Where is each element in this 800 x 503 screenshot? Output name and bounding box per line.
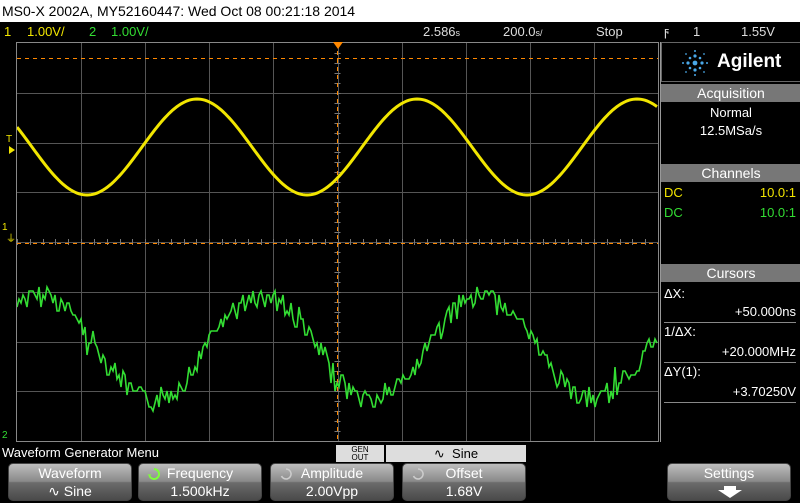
sine-wave-icon: ∿ bbox=[48, 483, 60, 499]
waveform-type-badge: ∿ Sine bbox=[386, 445, 526, 462]
sample-rate: 12.5MSa/s bbox=[699, 123, 763, 138]
menu-title: Waveform Generator Menu bbox=[2, 445, 160, 460]
trigger-arrow-icon bbox=[9, 146, 15, 154]
amplitude-softkey-value: 2.00Vpp bbox=[305, 483, 359, 499]
waveform-softkey-value: Sine bbox=[63, 483, 92, 499]
sine-wave-icon: ∿ bbox=[433, 446, 445, 461]
gen-out-badge: GEN OUT bbox=[336, 445, 384, 462]
run-state: Stop bbox=[596, 24, 623, 39]
settings-softkey[interactable]: Settings bbox=[667, 463, 791, 501]
delta-x-value: +50.000ns bbox=[734, 304, 796, 319]
waveform-softkey-label: Waveform bbox=[38, 465, 102, 481]
ch1-scale: 1.00V/ bbox=[27, 24, 65, 39]
frequency-softkey-label: Frequency bbox=[166, 465, 234, 481]
ch1-probe: 10.0:1 bbox=[759, 185, 796, 200]
cursors-header: Cursors bbox=[661, 264, 800, 282]
inverse-delta-x-value: +20.000MHz bbox=[721, 344, 796, 359]
ch2-number: 2 bbox=[89, 24, 97, 39]
waveform-softkey[interactable]: Waveform ∿ Sine bbox=[8, 463, 132, 501]
ch2-coupling: DC bbox=[664, 205, 683, 220]
title-bar: MS0-X 2002A, MY52160447: Wed Oct 08 00:2… bbox=[0, 0, 800, 22]
amplitude-softkey-label: Amplitude bbox=[300, 465, 364, 481]
graticule bbox=[17, 43, 658, 441]
trigger-level: 1.55V bbox=[741, 24, 775, 39]
frequency-softkey-value: 1.500kHz bbox=[170, 483, 230, 499]
timebase: 200.0s/ bbox=[503, 24, 543, 39]
trigger-time-marker-icon bbox=[333, 42, 343, 49]
ch1-coupling: DC bbox=[664, 185, 683, 200]
ch1-number: 1 bbox=[4, 24, 12, 39]
delta-y-value: +3.70250V bbox=[732, 384, 796, 399]
waveform-display[interactable] bbox=[16, 42, 659, 442]
time-position: 2.586s bbox=[423, 24, 461, 39]
offset-softkey[interactable]: Offset 1.68V bbox=[402, 463, 526, 501]
submenu-arrow-down-icon bbox=[718, 486, 742, 498]
agilent-spark-icon bbox=[682, 50, 708, 76]
ground-icon: ⏚ bbox=[6, 234, 16, 245]
ch2-probe: 10.0:1 bbox=[759, 205, 796, 220]
cursors-panel: ΔX: +50.000ns 1/ΔX: +20.000MHz ΔY(1): +3… bbox=[661, 282, 800, 412]
channels-panel: DC 10.0:1 DC 10.0:1 bbox=[661, 182, 800, 262]
trigger-channel: 1 bbox=[693, 24, 701, 39]
menu-bar: Waveform Generator Menu GEN OUT ∿ Sine bbox=[0, 444, 800, 462]
settings-softkey-label: Settings bbox=[703, 465, 755, 481]
offset-softkey-value: 1.68V bbox=[445, 483, 483, 499]
acquisition-panel: Normal 12.5MSa/s bbox=[661, 102, 800, 162]
amplitude-softkey[interactable]: Amplitude 2.00Vpp bbox=[270, 463, 394, 501]
acquisition-mode: Normal bbox=[710, 105, 752, 120]
offset-softkey-label: Offset bbox=[445, 465, 483, 481]
acquisition-header: Acquisition bbox=[661, 84, 800, 102]
status-bar: 1 1.00V/ 2 1.00V/ 2.586s 200.0s/ Stop ϝ … bbox=[0, 22, 800, 42]
inverse-delta-x-label: 1/ΔX: bbox=[664, 324, 696, 339]
brand-name: Agilent bbox=[717, 51, 782, 72]
channels-header: Channels bbox=[661, 164, 800, 182]
trigger-level-marker: T bbox=[6, 134, 13, 145]
side-panel: Agilent Acquisition Normal 12.5MSa/s Cha… bbox=[660, 42, 800, 442]
frequency-softkey[interactable]: Frequency 1.500kHz bbox=[138, 463, 262, 501]
delta-x-label: ΔX: bbox=[664, 286, 685, 301]
delta-y-label: ΔY(1): bbox=[664, 364, 701, 379]
trigger-edge-icon: ϝ bbox=[664, 24, 670, 39]
ch2-ground-marker: 2 bbox=[2, 430, 8, 441]
ch2-scale: 1.00V/ bbox=[111, 24, 149, 39]
brand-logo: Agilent bbox=[661, 42, 800, 82]
